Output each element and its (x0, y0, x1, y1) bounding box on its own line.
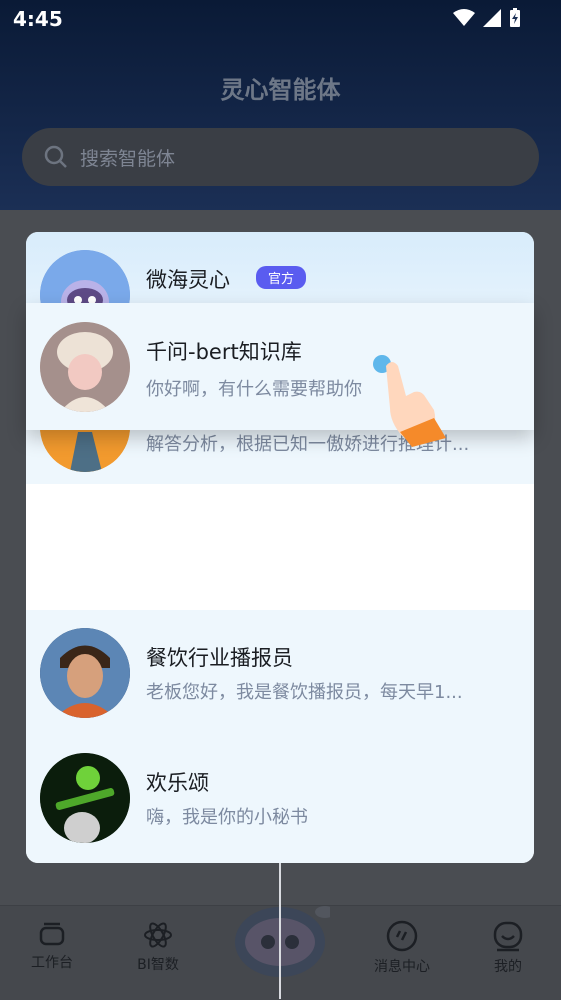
battery-icon (510, 8, 520, 27)
status-time: 4:45 (13, 7, 63, 31)
tab-label: 工作台 (31, 955, 73, 971)
status-bar: 4:45 (0, 0, 561, 40)
page-title: 灵心智能体 (220, 76, 341, 104)
wifi-icon (453, 9, 475, 26)
profile-icon (493, 921, 523, 952)
green-ball-avatar-icon (40, 753, 130, 843)
search-input[interactable]: 搜索智能体 (22, 128, 539, 186)
agent-list-bottom: 餐饮行业播报员 老板您好，我是餐饮播报员，每天早1... 欢乐颂 嗨，我是你的小… (26, 610, 534, 863)
tab-messages[interactable]: 消息中心 (362, 920, 442, 976)
avatar (40, 628, 130, 718)
empty-slot (26, 484, 534, 610)
official-badge: 官方 (256, 266, 307, 289)
avatar (40, 753, 130, 843)
tab-profile[interactable]: 我的 (468, 920, 548, 976)
agent-name: 餐饮行业播报员 (146, 646, 293, 670)
tab-label: 消息中心 (374, 959, 430, 975)
man-avatar-icon (40, 628, 130, 718)
agent-name: 千问-bert知识库 (146, 340, 302, 364)
agent-desc: 老板您好，我是餐饮播报员，每天早1... (146, 682, 463, 703)
atom-icon (144, 922, 172, 948)
avatar (40, 322, 130, 412)
signal-icon (483, 9, 501, 27)
tab-workbench[interactable]: 工作台 (12, 920, 92, 972)
search-placeholder: 搜索智能体 (80, 147, 176, 170)
divider-line (279, 863, 281, 999)
drag-hand-icon (373, 355, 446, 447)
status-icons (453, 8, 521, 28)
workbench-icon (39, 922, 65, 946)
message-icon (386, 920, 418, 952)
tab-label: BI智数 (137, 957, 179, 973)
tab-label: 我的 (494, 959, 522, 975)
tab-bi[interactable]: BI智数 (118, 920, 198, 974)
doll-avatar-icon (40, 322, 130, 412)
agent-desc: 嗨，我是你的小秘书 (146, 807, 308, 828)
agent-desc: 解答分析，根据已知一傲娇进行推理计... (146, 434, 470, 455)
agent-name: 微海灵心 (146, 268, 230, 292)
search-icon (44, 145, 67, 168)
agent-desc: 你好啊，有什么需要帮助你 (146, 379, 362, 400)
agent-item-dragging[interactable]: 千问-bert知识库 你好啊，有什么需要帮助你 (26, 303, 534, 430)
agent-name: 欢乐颂 (146, 771, 209, 795)
